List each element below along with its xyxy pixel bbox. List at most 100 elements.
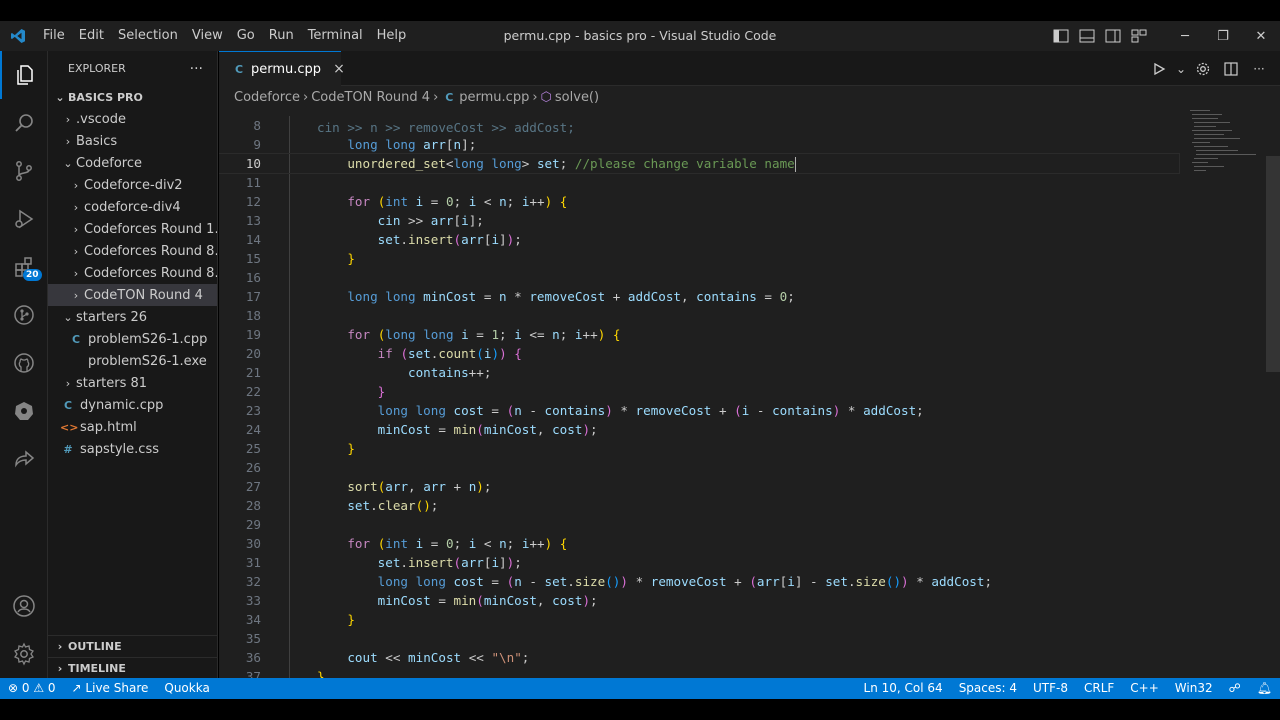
code-token: set [408, 346, 431, 361]
search-icon[interactable] [0, 99, 48, 147]
menu-edit[interactable]: Edit [72, 21, 111, 51]
menu-terminal[interactable]: Terminal [301, 21, 370, 51]
tree-item[interactable]: CproblemS26-1.cpp [48, 328, 217, 350]
chevron-down-icon: ⌄ [55, 90, 65, 104]
close-window-icon[interactable]: ✕ [1242, 21, 1280, 51]
source-control-icon[interactable] [0, 147, 48, 195]
workspace-root[interactable]: ⌄ BASICS PRO [48, 86, 217, 108]
code-editor[interactable]: cin >> n >> removeCost >> addCost; 89 lo… [219, 108, 1280, 678]
settings-icon[interactable] [1192, 58, 1214, 80]
close-tab-icon[interactable]: × [333, 61, 345, 77]
code-token: () [415, 498, 431, 513]
quokka-status[interactable]: Quokka [156, 678, 217, 699]
code-token: removeCost [529, 289, 606, 304]
more-actions-icon[interactable]: ··· [190, 61, 203, 77]
live-share-status[interactable]: ↗ Live Share [64, 678, 157, 699]
line-number: 11 [245, 175, 261, 190]
tab-permu-cpp[interactable]: C permu.cpp × [219, 51, 345, 86]
toggle-panel-icon[interactable] [1074, 21, 1100, 51]
code-token: arr [461, 232, 484, 247]
code-token: { [612, 327, 621, 342]
html-file-icon: <> [60, 420, 79, 434]
minimize-icon[interactable]: ─ [1166, 21, 1204, 51]
customize-layout-icon[interactable] [1126, 21, 1152, 51]
code-token: set [347, 498, 371, 513]
breadcrumb-item[interactable]: solve() [555, 90, 599, 105]
menu-go[interactable]: Go [230, 21, 262, 51]
line-number: 15 [245, 251, 261, 266]
code-text: minCost = min(minCost, cost); [317, 591, 598, 610]
chevron-down-icon[interactable]: ⌄ [1176, 58, 1186, 80]
code-token: long long [347, 137, 424, 152]
code-token: insert [408, 555, 454, 570]
line-endings[interactable]: CRLF [1076, 678, 1122, 699]
platform[interactable]: Win32 [1167, 678, 1221, 699]
tree-item[interactable]: › starters 81 [48, 372, 217, 394]
tree-item[interactable]: # sapstyle.css [48, 438, 217, 460]
breadcrumb-item[interactable]: Codeforce [234, 90, 300, 105]
code-line: 28 set.clear(); [219, 496, 1179, 515]
split-editor-icon[interactable] [1220, 58, 1242, 80]
code-line: 12 for (int i = 0; i < n; i++) { [219, 192, 1179, 211]
toggle-primary-sidebar-icon[interactable] [1048, 21, 1074, 51]
code-token: cost [552, 593, 583, 608]
code-token: removeCost [635, 403, 712, 418]
menu-file[interactable]: File [36, 21, 72, 51]
run-code-icon[interactable] [1148, 58, 1170, 80]
code-token: ) [491, 346, 500, 361]
feedback-icon[interactable]: ☍ [1221, 678, 1249, 699]
breadcrumb-item[interactable]: CodeTON Round 4 [311, 90, 430, 105]
code-token: } [347, 441, 355, 456]
tree-item[interactable]: › codeforce-div4 [48, 196, 217, 218]
tree-item[interactable]: › .vscode [48, 108, 217, 130]
github-icon[interactable] [0, 339, 48, 387]
kubernetes-icon[interactable] [0, 387, 48, 435]
encoding[interactable]: UTF-8 [1025, 678, 1076, 699]
run-debug-icon[interactable] [0, 195, 48, 243]
menu-help[interactable]: Help [370, 21, 414, 51]
indentation[interactable]: Spaces: 4 [951, 678, 1025, 699]
more-actions-icon[interactable]: ··· [1248, 58, 1270, 80]
vertical-scrollbar[interactable] [1266, 156, 1280, 372]
tree-item[interactable]: ⌄ Codeforce [48, 152, 217, 174]
tree-item[interactable]: › CodeTON Round 4 [48, 284, 217, 306]
code-token: n [499, 536, 507, 551]
minimap[interactable] [1190, 108, 1266, 188]
chevron-right-icon: › [73, 266, 79, 280]
live-share-icon[interactable] [0, 435, 48, 483]
code-line: 37} [219, 667, 1179, 678]
code-token: ] [499, 555, 507, 570]
tree-item[interactable]: › Codeforces Round 1... [48, 218, 217, 240]
menu-selection[interactable]: Selection [111, 21, 185, 51]
restore-icon[interactable]: ❐ [1204, 21, 1242, 51]
code-token: "\n" [491, 650, 522, 665]
tree-item[interactable]: <> sap.html [48, 416, 217, 438]
code-token: 0 [445, 194, 454, 209]
tree-item[interactable]: Cdynamic.cpp [48, 394, 217, 416]
menu-view[interactable]: View [185, 21, 230, 51]
language-mode[interactable]: C++ [1122, 678, 1167, 699]
settings-gear-icon[interactable] [0, 630, 48, 678]
code-text: for (int i = 0; i < n; i++) { [317, 534, 567, 553]
problems-indicator[interactable]: ⊗ 0 ⚠ 0 [0, 678, 64, 699]
chevron-right-icon: › [57, 662, 63, 675]
account-icon[interactable] [0, 582, 48, 630]
menu-run[interactable]: Run [262, 21, 301, 51]
breadcrumb-item[interactable]: permu.cpp [459, 90, 529, 105]
tree-item[interactable]: › Basics [48, 130, 217, 152]
tree-item[interactable]: › Codeforces Round 8... [48, 240, 217, 262]
cursor-position[interactable]: Ln 10, Col 64 [856, 678, 951, 699]
toggle-secondary-sidebar-icon[interactable] [1100, 21, 1126, 51]
tree-item[interactable]: › Codeforce-div2 [48, 174, 217, 196]
timeline-section[interactable]: › TIMELINE [48, 657, 218, 679]
tree-item[interactable]: ⌄ starters 26 [48, 306, 217, 328]
extensions-icon[interactable]: 20 [0, 243, 48, 291]
tree-item[interactable]: problemS26-1.exe [48, 350, 217, 372]
explorer-icon[interactable] [0, 51, 48, 99]
tree-item[interactable]: › Codeforces Round 8... [48, 262, 217, 284]
notifications-bell-icon[interactable]: 🔔︎ [1249, 678, 1280, 699]
git-graph-icon[interactable] [0, 291, 48, 339]
outline-section[interactable]: › OUTLINE [48, 635, 218, 657]
